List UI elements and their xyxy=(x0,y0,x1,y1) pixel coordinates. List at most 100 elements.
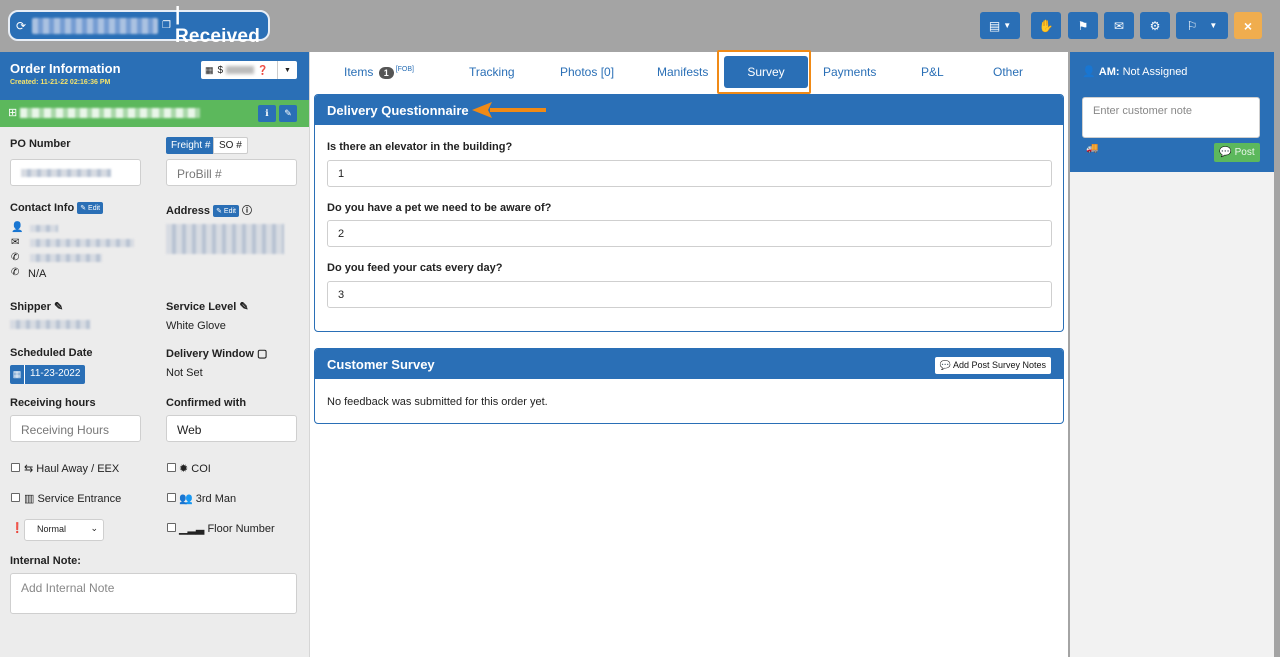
chevron-down-icon: ▼ xyxy=(1209,21,1218,30)
certificate-icon: ✹ xyxy=(179,463,189,475)
floor-number-label: ▁▂▃ Floor Number xyxy=(179,523,275,535)
address-label: Address ✎ Edit ⓘ xyxy=(166,205,253,218)
haul-away-checkbox[interactable] xyxy=(11,463,20,472)
order-info-panel: Order Information Created: 11-21-22 02:1… xyxy=(0,52,310,657)
service-entrance-label: ▥ Service Entrance xyxy=(24,493,122,505)
tab-survey[interactable]: Survey xyxy=(724,56,808,88)
order-status-title: | Received xyxy=(174,3,260,47)
delivery-questionnaire-header: Delivery Questionnaire xyxy=(315,95,1063,125)
secondary-phone-value: N/A xyxy=(28,268,47,280)
customer-note-box: Enter customer note 🚚 💬 Post xyxy=(1070,90,1274,172)
coi-label: ✹ COI xyxy=(179,463,211,475)
hold-button[interactable]: ✋ xyxy=(1031,12,1061,39)
tab-photos[interactable]: Photos [0] xyxy=(560,65,614,79)
redacted-address xyxy=(166,224,284,254)
help-icon[interactable]: ❓ xyxy=(257,65,268,76)
document-menu-button[interactable]: ▤ ▼ xyxy=(980,12,1020,39)
order-info-header: Order Information Created: 11-21-22 02:1… xyxy=(0,52,309,100)
users-icon: 👥 xyxy=(179,493,193,505)
confirmed-with-input[interactable]: Web xyxy=(166,415,297,442)
coi-checkbox[interactable] xyxy=(167,463,176,472)
floor-number-checkbox[interactable] xyxy=(167,523,176,532)
price-prefix: $ xyxy=(217,64,224,76)
signal-icon: ▁▂▃ xyxy=(179,523,205,535)
edit-icon[interactable]: ✎ xyxy=(54,301,63,313)
flag-button[interactable]: ⚑ xyxy=(1068,12,1098,39)
customer-survey-header: Customer Survey 💬 Add Post Survey Notes xyxy=(315,349,1063,379)
account-manager-panel: 👤 AM: Not Assigned Enter customer note 🚚… xyxy=(1070,52,1274,657)
email-button[interactable]: ✉ xyxy=(1104,12,1134,39)
flag-check-menu-button[interactable]: ⚐ ▼ xyxy=(1176,12,1228,39)
refresh-icon[interactable]: ⟳ xyxy=(16,19,26,33)
user-icon: 👤 xyxy=(1082,66,1096,78)
service-level-label: Service Level ✎ xyxy=(166,301,249,313)
gear-icon: ⚙ xyxy=(1149,18,1161,33)
scheduled-date-value: 11-23-2022 xyxy=(25,365,86,384)
tab-payments[interactable]: Payments xyxy=(823,65,876,79)
receiving-hours-input[interactable]: Receiving Hours xyxy=(10,415,141,442)
post-note-button[interactable]: 💬 Post xyxy=(1214,143,1260,162)
close-button[interactable]: × xyxy=(1234,12,1262,39)
service-type-bar: ⊞ ℹ ✎ xyxy=(0,100,309,127)
add-post-survey-notes-button[interactable]: 💬 Add Post Survey Notes xyxy=(934,357,1051,374)
probill-input[interactable]: ProBill # xyxy=(166,159,297,186)
redacted-shipper xyxy=(10,320,90,329)
address-edit-button[interactable]: ✎ Edit xyxy=(213,205,239,218)
scheduled-date-picker[interactable]: ▦ 11-23-2022 xyxy=(10,365,86,384)
retweet-icon: ⇆ xyxy=(24,463,34,475)
edit-button[interactable]: ✎ xyxy=(279,105,297,122)
po-number-label: PO Number xyxy=(10,138,71,150)
service-entrance-checkbox[interactable] xyxy=(11,493,20,502)
document-icon: ▤ xyxy=(988,18,1001,33)
tab-manifests[interactable]: Manifests xyxy=(657,65,708,79)
freight-number-tab[interactable]: Freight # xyxy=(166,137,216,154)
receiving-hours-label: Receiving hours xyxy=(10,397,96,409)
answer-input[interactable]: 3 xyxy=(327,281,1052,308)
answer-input[interactable]: 1 xyxy=(327,160,1052,187)
settings-button[interactable]: ⚙ xyxy=(1140,12,1170,39)
envelope-icon: ✉ xyxy=(1113,18,1125,33)
tab-items[interactable]: Items 1 [FOB] xyxy=(344,65,414,79)
phone-icon: ✆ xyxy=(11,267,20,278)
po-number-input[interactable] xyxy=(10,159,141,186)
envelope-icon: ✉ xyxy=(11,237,20,248)
redacted-contact-name xyxy=(30,225,58,232)
calendar-icon[interactable]: ▢ xyxy=(257,348,267,360)
third-man-checkbox[interactable] xyxy=(167,493,176,502)
info-icon[interactable]: ⓘ xyxy=(242,206,252,217)
info-button[interactable]: ℹ xyxy=(258,105,276,122)
question-label: Do you have a pet we need to be aware of… xyxy=(327,202,552,214)
chevron-down-icon[interactable]: ▼ xyxy=(277,61,297,79)
order-title-pill: ⟳ ❐ | Received xyxy=(8,4,270,47)
calendar-icon: ▦ xyxy=(10,365,25,384)
am-value: Not Assigned xyxy=(1122,66,1188,78)
edit-icon[interactable]: ✎ xyxy=(239,301,248,313)
question-label: Is there an elevator in the building? xyxy=(327,141,513,153)
price-dropdown[interactable]: ▦ $ ❓ ▼ xyxy=(201,61,297,79)
copy-icon[interactable]: ❐ xyxy=(162,20,171,31)
hand-icon: ✋ xyxy=(1038,18,1054,33)
phone-icon: ✆ xyxy=(11,252,20,263)
haul-away-label: ⇆ Haul Away / EEX xyxy=(24,463,120,475)
chevron-down-icon: ⌄ xyxy=(90,523,98,533)
service-level-value: White Glove xyxy=(166,320,226,332)
priority-select[interactable]: Normal ⌄ xyxy=(24,519,104,541)
flag-icon: ⚑ xyxy=(1077,18,1089,33)
delivery-questionnaire-panel: Delivery Questionnaire Is there an eleva… xyxy=(314,94,1064,332)
tab-tracking[interactable]: Tracking xyxy=(469,65,515,79)
plus-square-icon[interactable]: ⊞ xyxy=(8,107,17,119)
customer-note-textarea[interactable]: Enter customer note xyxy=(1082,97,1260,138)
comments-icon: 💬 xyxy=(1219,147,1232,158)
flag-check-icon: ⚐ xyxy=(1186,18,1198,33)
so-number-tab[interactable]: SO # xyxy=(213,137,248,154)
delivery-window-label: Delivery Window ▢ xyxy=(166,348,268,360)
tab-pl[interactable]: P&L xyxy=(921,65,944,79)
contact-edit-button[interactable]: ✎ Edit xyxy=(77,202,104,215)
internal-note-textarea[interactable]: Add Internal Note xyxy=(10,573,297,614)
question-label: Do you feed your cats every day? xyxy=(327,262,503,274)
user-icon: 👤 xyxy=(11,222,24,233)
answer-input[interactable]: 2 xyxy=(327,220,1052,247)
redacted-po-number xyxy=(21,169,111,177)
items-count-badge: 1 xyxy=(378,66,394,79)
tab-other[interactable]: Other xyxy=(993,65,1023,79)
